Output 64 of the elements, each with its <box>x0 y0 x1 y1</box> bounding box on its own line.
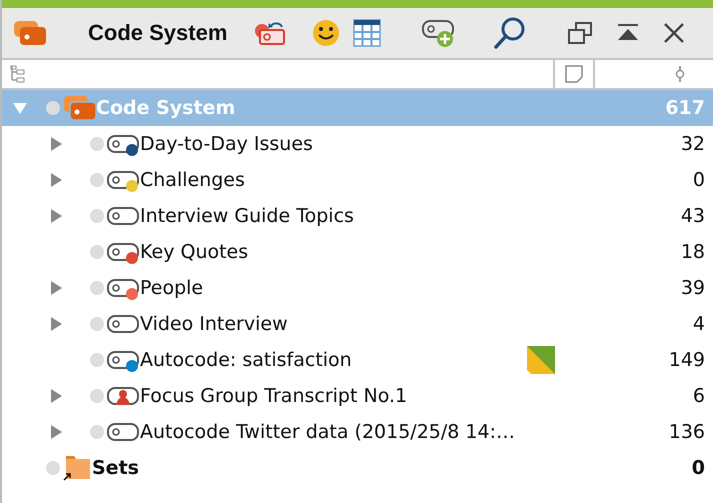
expand-arrow-icon[interactable] <box>48 208 64 224</box>
expand-arrow-icon[interactable] <box>48 172 64 188</box>
count-label: 6 <box>692 385 706 407</box>
expand-arrow-icon[interactable] <box>48 316 64 332</box>
expand-arrow-icon[interactable] <box>48 424 64 440</box>
collapse-arrow-icon[interactable] <box>12 100 28 116</box>
status-dot <box>90 353 104 367</box>
code-label: Code System <box>96 97 236 119</box>
code-label: Autocode: satisfaction <box>140 349 353 371</box>
expand-arrow-icon[interactable] <box>48 388 64 404</box>
tree-row[interactable]: Sets 0 <box>2 450 713 486</box>
status-dot <box>90 317 104 331</box>
status-dot <box>90 389 104 403</box>
tree-row[interactable]: Key Quotes 18 <box>2 234 713 270</box>
tree-row[interactable]: Day-to-Day Issues 32 <box>2 126 713 162</box>
status-dot <box>90 173 104 187</box>
expand-arrow-icon[interactable] <box>48 280 64 296</box>
code-label: Focus Group Transcript No.1 <box>140 385 408 407</box>
count-label: 18 <box>680 241 706 263</box>
code-label: Autocode Twitter data (2015/25/8 14:… <box>140 421 516 443</box>
code-label: Interview Guide Topics <box>140 205 355 227</box>
count-label: 43 <box>680 205 706 227</box>
code-label: Key Quotes <box>140 241 250 263</box>
status-dot <box>90 209 104 223</box>
memo-column-icon[interactable] <box>565 65 583 83</box>
status-dot <box>46 101 60 115</box>
code-label: People <box>140 277 204 299</box>
status-dot <box>90 245 104 259</box>
code-system-icon <box>62 95 96 121</box>
status-dot <box>90 137 104 151</box>
smiley-icon[interactable] <box>311 18 342 48</box>
undock-window-icon[interactable] <box>567 21 594 45</box>
hierarchy-icon[interactable] <box>10 65 26 83</box>
search-icon[interactable] <box>493 16 528 50</box>
weight-column-icon[interactable] <box>675 65 685 83</box>
folder-shortcut-icon <box>62 454 92 482</box>
close-icon[interactable] <box>663 22 686 44</box>
tree-row[interactable]: Focus Group Transcript No.1 6 <box>2 378 713 414</box>
expand-arrow-icon[interactable] <box>48 136 64 152</box>
collapse-window-icon[interactable] <box>617 24 640 42</box>
count-label: 32 <box>680 133 706 155</box>
code-system-icon <box>12 19 48 47</box>
count-label: 0 <box>692 169 706 191</box>
count-label: 4 <box>692 313 706 335</box>
status-dot <box>90 425 104 439</box>
table-icon[interactable] <box>353 19 382 47</box>
tree-row[interactable]: Challenges 0 <box>2 162 713 198</box>
tree-row[interactable]: Video Interview 4 <box>2 306 713 342</box>
code-label: Sets <box>92 457 140 479</box>
tree-row[interactable]: Interview Guide Topics 43 <box>2 198 713 234</box>
code-label: Challenges <box>140 169 246 191</box>
tree-row[interactable]: People 39 <box>2 270 713 306</box>
status-dot <box>90 281 104 295</box>
count-label: 39 <box>680 277 706 299</box>
tree-row[interactable]: Autocode Twitter data (2015/25/8 14:… 136 <box>2 414 713 450</box>
count-label: 617 <box>664 97 706 119</box>
code-label: Video Interview <box>140 313 289 335</box>
count-label: 0 <box>690 457 706 479</box>
window-title: Code System <box>88 20 228 46</box>
status-dot <box>46 461 60 475</box>
count-label: 136 <box>668 421 706 443</box>
tree-row[interactable]: Autocode: satisfaction 149 <box>2 342 713 378</box>
count-label: 149 <box>668 349 706 371</box>
code-label: Day-to-Day Issues <box>140 133 314 155</box>
